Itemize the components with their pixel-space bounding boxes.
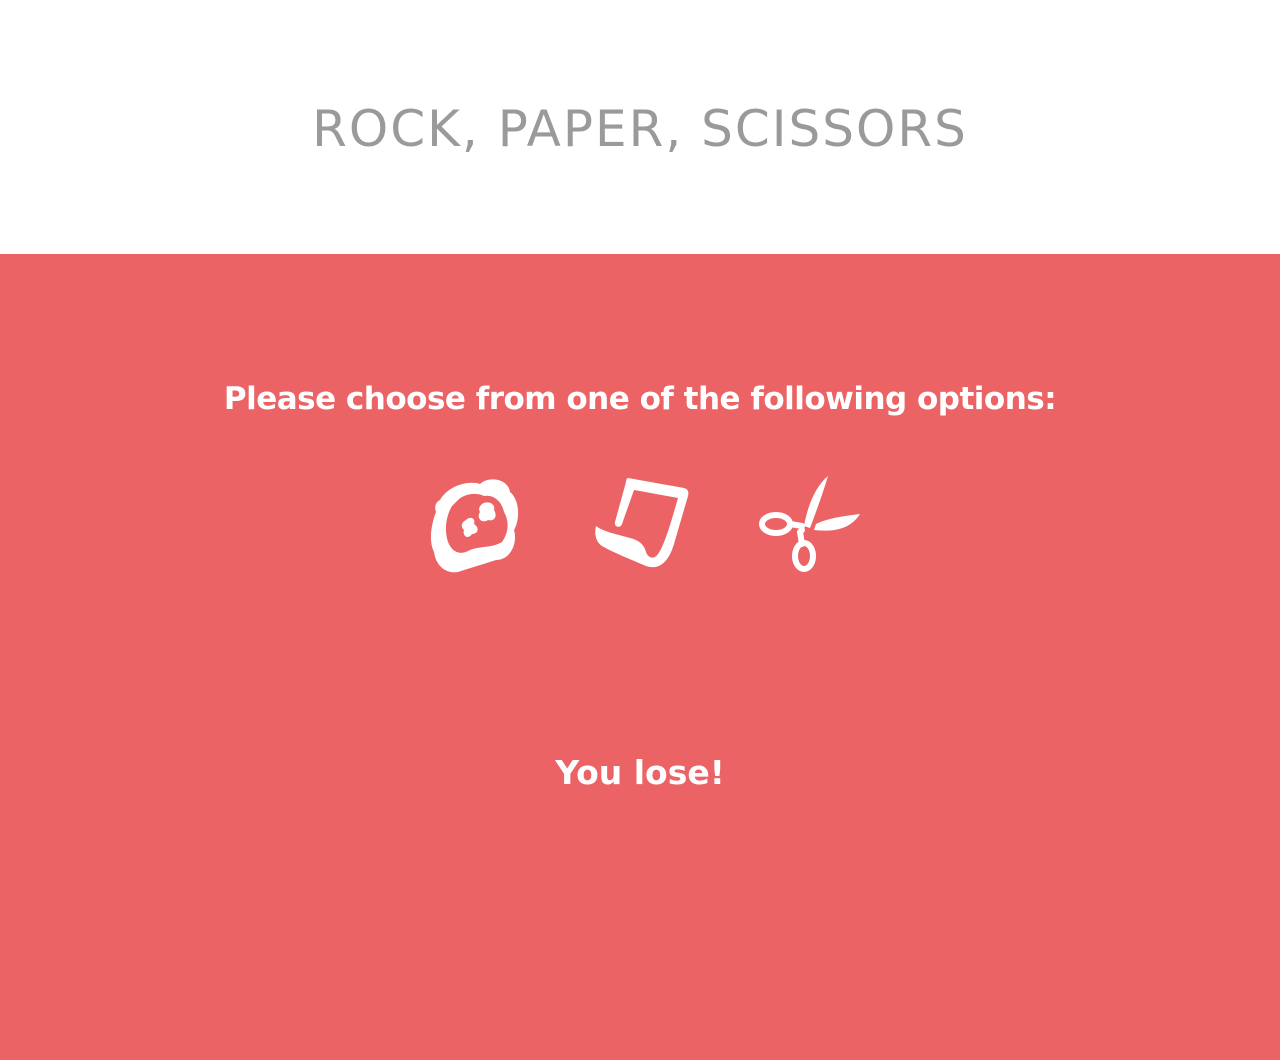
scissors-button[interactable] <box>758 472 862 576</box>
rock-button[interactable] <box>418 472 522 576</box>
choose-prompt: Please choose from one of the following … <box>223 381 1057 417</box>
paper-button[interactable] <box>588 472 692 576</box>
header: ROCK, PAPER, SCISSORS <box>0 0 1280 254</box>
choices-row <box>0 472 1280 576</box>
paper-icon <box>595 478 689 568</box>
scissors-icon <box>759 476 860 572</box>
result-message: You lose! <box>555 753 725 792</box>
rock-icon <box>430 479 519 573</box>
game-area: Please choose from one of the following … <box>0 254 1280 1060</box>
page-title: ROCK, PAPER, SCISSORS <box>312 99 968 158</box>
